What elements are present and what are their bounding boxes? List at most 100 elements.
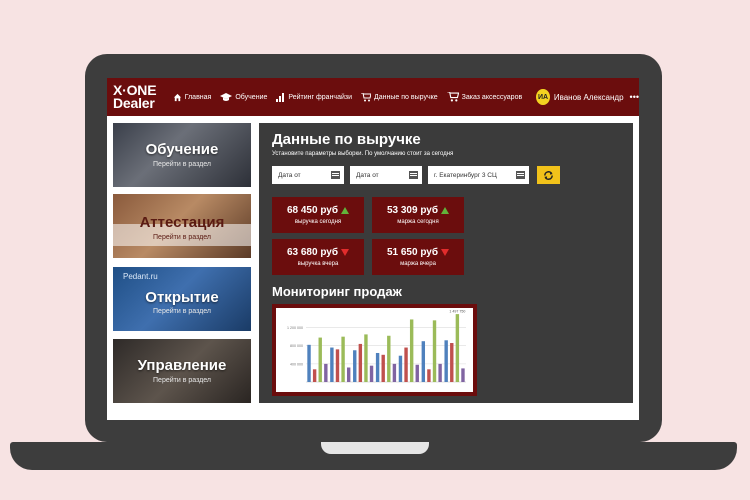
graduation-cap-icon — [220, 92, 233, 101]
kpi-label: выручка сегодня — [294, 219, 342, 225]
chart-bar — [461, 368, 465, 382]
location-value: г. Екатеринбург 3 СЦ — [434, 171, 497, 179]
cart-icon — [447, 92, 459, 102]
chart-bar — [318, 337, 322, 382]
logo-line-2: Dealer — [113, 95, 155, 111]
chart-bar — [421, 341, 426, 382]
chart-bar — [381, 354, 385, 382]
chart-bar — [353, 350, 357, 382]
chart-bar — [358, 343, 363, 382]
location-select[interactable]: г. Екатеринбург 3 СЦ — [428, 166, 529, 184]
home-icon — [173, 93, 181, 101]
sidebar-item-training[interactable]: Обучение Перейти в раздел — [113, 123, 251, 187]
trend-up-icon — [341, 206, 350, 214]
top-navbar: X·ONE Dealer Главная Обучение Рейтинг фр… — [107, 78, 639, 116]
y-tick-label: 1 200 000 — [287, 326, 303, 330]
chart-bar — [341, 336, 345, 382]
logo[interactable]: X·ONE Dealer — [113, 83, 161, 111]
nav-item-home[interactable]: Главная — [173, 93, 212, 102]
nav-item-label: Рейтинг франчайзи — [288, 93, 353, 101]
date-from-field-2[interactable]: Дата от — [350, 166, 422, 184]
chart-bar — [438, 363, 442, 382]
chart-bar — [455, 314, 460, 382]
nav-item-revenue-data[interactable]: Данные по выручке — [361, 92, 438, 102]
laptop-mockup: X·ONE Dealer Главная Обучение Рейтинг фр… — [0, 0, 750, 500]
y-tick-label: 400 000 — [290, 362, 303, 366]
date-from-placeholder: Дата от — [278, 171, 301, 179]
chart-bar — [404, 347, 408, 382]
date-from-field-1[interactable]: Дата от — [272, 166, 344, 184]
chart-bar — [330, 347, 334, 382]
sidebar-item-subtitle: Перейти в раздел — [153, 161, 211, 168]
calendar-icon — [331, 171, 340, 179]
kpi-label: выручка вчера — [297, 261, 339, 267]
sales-chart-area: 400 000 800 000 1 200 000 1 497 750 — [276, 308, 473, 392]
sidebar-item-opening[interactable]: Pedant.ru Открытие Перейти в раздел — [113, 267, 251, 331]
kpi-label: маржа сегодня — [397, 219, 439, 225]
sales-chart-frame: 400 000 800 000 1 200 000 1 497 750 — [272, 304, 477, 396]
bar-chart-icon — [276, 92, 285, 102]
chart-bar — [415, 364, 419, 382]
nav-item-label: Заказ аксессуаров — [461, 93, 523, 101]
revenue-panel: Данные по выручке Установите параметры в… — [259, 123, 633, 403]
chart-bar — [409, 319, 414, 382]
kpi-card-revenue-today: 68 450 руб выручка сегодня — [272, 197, 364, 233]
kpi-card-revenue-yesterday: 63 680 руб выручка вчера — [272, 239, 364, 275]
refresh-button[interactable] — [537, 166, 560, 184]
data-label: 1 497 750 — [449, 310, 465, 314]
laptop-notch — [321, 442, 429, 454]
date-from-placeholder: Дата от — [356, 171, 379, 179]
nav-item-accessories-order[interactable]: Заказ аксессуаров — [447, 92, 523, 102]
chart-bar — [335, 349, 340, 382]
sidebar-item-title: Управление — [137, 357, 227, 374]
cart-icon — [361, 92, 372, 101]
kpi-value: 51 650 руб — [386, 247, 439, 258]
nav-item-label: Обучение — [235, 93, 268, 101]
sidebar-item-attestation[interactable]: Аттестация Перейти в раздел — [113, 194, 251, 258]
calendar-icon — [409, 171, 418, 179]
kpi-value: 63 680 руб — [286, 247, 339, 258]
trend-up-icon — [441, 206, 450, 214]
chart-bar — [346, 367, 351, 382]
refresh-icon — [544, 170, 553, 180]
nav-item-training[interactable]: Обучение — [220, 92, 268, 102]
chart-bar — [444, 340, 448, 382]
trend-down-icon — [441, 248, 450, 256]
user-name[interactable]: Иванов Александр — [554, 93, 624, 102]
kpi-card-margin-today: 53 309 руб маржа сегодня — [372, 197, 464, 233]
sidebar-item-title: Аттестация — [139, 214, 225, 231]
chart-bar — [427, 369, 431, 382]
filter-hint: Установите параметры выборки. По умолчан… — [272, 151, 454, 157]
kpi-label: маржа вчера — [400, 261, 436, 267]
sidebar-item-subtitle: Перейти в раздел — [153, 308, 211, 315]
sidebar-item-subtitle: Перейти в раздел — [153, 234, 211, 241]
chart-bar — [432, 320, 437, 382]
sidebar-item-title: Открытие — [145, 289, 219, 306]
nav-item-label: Главная — [184, 93, 212, 101]
chart-bar — [398, 355, 403, 382]
chart-bar — [364, 334, 368, 382]
chart-bar — [369, 365, 374, 382]
app-screen: X·ONE Dealer Главная Обучение Рейтинг фр… — [107, 78, 639, 420]
sales-chart: 400 000 800 000 1 200 000 1 497 750 — [287, 310, 466, 383]
y-tick-label: 800 000 — [290, 344, 303, 348]
chart-bar — [307, 344, 311, 382]
sidebar-item-title: Обучение — [145, 141, 219, 158]
avatar[interactable]: ИА — [536, 89, 550, 105]
sidebar-item-management[interactable]: Управление Перейти в раздел — [113, 339, 251, 403]
list-icon — [516, 171, 525, 179]
pedant-brand-text: Pedant.ru — [123, 272, 158, 281]
sidebar-item-subtitle: Перейти в раздел — [153, 377, 211, 384]
kpi-value: 68 450 руб — [286, 205, 339, 216]
nav-item-label: Данные по выручке — [374, 93, 438, 101]
chart-bar — [375, 352, 380, 382]
nav-item-franchise-rating[interactable]: Рейтинг франчайзи — [276, 92, 353, 102]
more-menu-icon[interactable]: ••• — [630, 92, 639, 102]
chart-bar — [312, 369, 317, 382]
trend-down-icon — [341, 248, 350, 256]
kpi-card-margin-yesterday: 51 650 руб маржа вчера — [372, 239, 464, 275]
monitoring-title: Мониторинг продаж — [272, 284, 402, 299]
kpi-value: 53 309 руб — [386, 205, 439, 216]
chart-bar — [387, 335, 391, 382]
chart-bar — [324, 363, 328, 382]
